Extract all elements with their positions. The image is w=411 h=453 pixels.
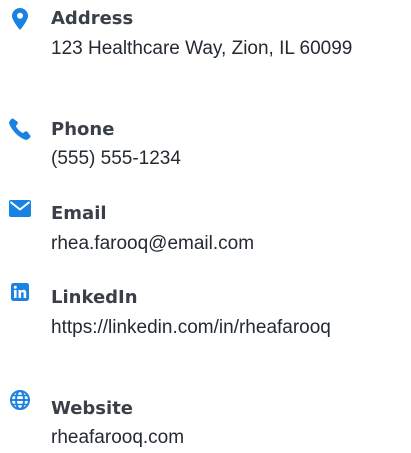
contact-value-address: 123 Healthcare Way, Zion, IL 60099 [51,38,353,59]
contact-value-phone: (555) 555-1234 [51,148,181,169]
map-marker-icon [7,6,33,32]
contact-value-website: rheafarooq.com [51,427,185,448]
contact-label-linkedin: LinkedIn [51,287,138,308]
contact-label-website: Website [51,398,134,419]
phone-icon [7,116,33,142]
envelope-icon [7,195,33,221]
contact-label-email: Email [51,203,107,224]
contact-label-address: Address [51,8,134,29]
contact-value-email: rhea.farooq@email.com [51,233,255,254]
linkedin-icon [7,279,33,305]
contact-label-phone: Phone [51,119,115,140]
contact-value-linkedin: https://linkedin.com/in/rheafarooq [51,317,331,338]
globe-icon [7,387,33,413]
